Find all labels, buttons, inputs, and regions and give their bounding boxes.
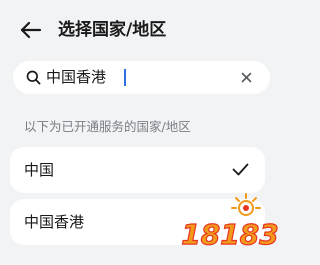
search-input[interactable]: [46, 61, 236, 94]
arrow-left-icon[interactable]: [18, 17, 44, 43]
region-item-label: 中国香港: [24, 213, 85, 231]
search-icon: [26, 70, 41, 85]
region-item-china[interactable]: 中国: [10, 147, 265, 193]
text-caret: [124, 69, 126, 86]
section-label: 以下为已开通服务的国家/地区: [24, 119, 191, 134]
page-title: 选择国家/地区: [58, 20, 167, 40]
site-watermark-logo: 18183: [181, 193, 279, 252]
watermark-sun-icon: [231, 193, 261, 216]
search-bar[interactable]: [13, 61, 270, 94]
close-icon[interactable]: [239, 70, 254, 85]
header-bar: 选择国家/地区: [0, 0, 283, 58]
watermark-text: 18183: [181, 218, 278, 251]
region-item-label: 中国: [24, 161, 55, 179]
checkmark-icon: [232, 163, 249, 176]
